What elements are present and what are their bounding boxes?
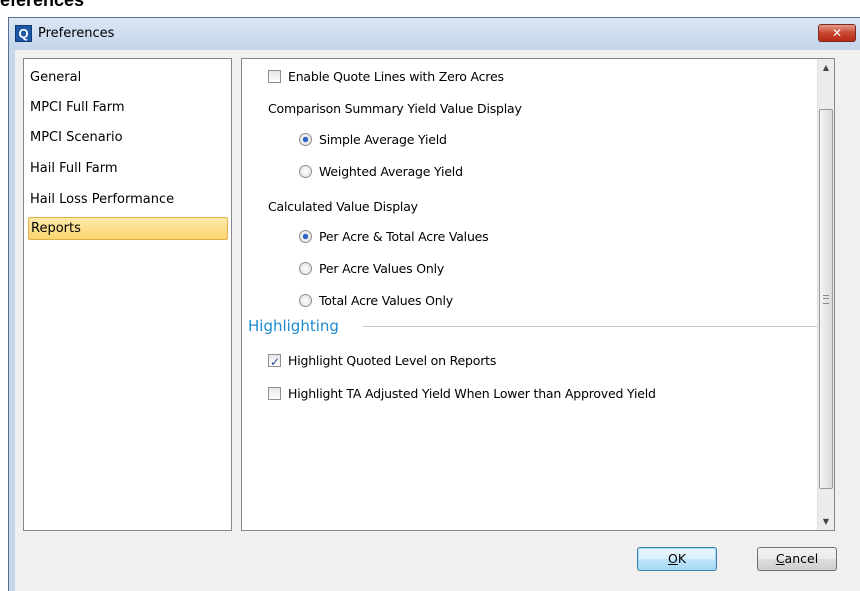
total-acre-only-option[interactable]: Total Acre Values Only xyxy=(299,291,549,311)
per-acre-total-option[interactable]: Per Acre & Total Acre Values xyxy=(299,227,579,247)
app-logo-icon: Q xyxy=(15,25,32,42)
highlight-quoted-level-option[interactable]: Highlight Quoted Level on Reports xyxy=(268,351,568,372)
window-title: Preferences xyxy=(38,26,115,41)
nav-item-mpci-scenario[interactable]: MPCI Scenario xyxy=(28,126,228,149)
nav-item-reports[interactable]: Reports xyxy=(28,217,228,240)
cancel-label-rest: ancel xyxy=(784,551,819,566)
highlight-ta-adjusted-label: Highlight TA Adjusted Yield When Lower t… xyxy=(288,386,656,401)
category-list: General MPCI Full Farm MPCI Scenario Hai… xyxy=(23,58,232,531)
settings-panel: Enable Quote Lines with Zero Acres Compa… xyxy=(241,58,835,531)
per-acre-only-radio[interactable] xyxy=(299,262,312,275)
enable-zero-acres-checkbox[interactable] xyxy=(268,70,281,83)
simple-average-label: Simple Average Yield xyxy=(319,132,447,147)
nav-item-general[interactable]: General xyxy=(28,66,228,89)
ok-button[interactable]: OK xyxy=(637,547,717,571)
simple-average-option[interactable]: Simple Average Yield xyxy=(299,130,549,150)
weighted-average-option[interactable]: Weighted Average Yield xyxy=(299,162,549,182)
per-acre-total-radio[interactable] xyxy=(299,230,312,243)
highlight-ta-adjusted-option[interactable]: Highlight TA Adjusted Yield When Lower t… xyxy=(268,384,748,404)
weighted-average-radio[interactable] xyxy=(299,165,312,178)
preferences-dialog: Q Preferences ✕ General MPCI Full Farm M… xyxy=(8,17,860,591)
comparison-group-label: Comparison Summary Yield Value Display xyxy=(268,101,522,116)
highlight-ta-adjusted-checkbox[interactable] xyxy=(268,387,281,400)
per-acre-only-option[interactable]: Per Acre Values Only xyxy=(299,259,549,279)
scrollbar-thumb[interactable] xyxy=(819,109,833,489)
nav-item-hail-loss-performance[interactable]: Hail Loss Performance xyxy=(28,188,228,211)
background-window-title: eferences xyxy=(0,0,85,10)
vertical-scrollbar[interactable]: ▲ ▼ xyxy=(817,59,834,530)
close-button[interactable]: ✕ xyxy=(818,24,856,42)
highlighting-section-heading: Highlighting xyxy=(248,315,826,337)
highlight-quoted-level-checkbox[interactable] xyxy=(268,352,281,372)
enable-zero-acres-option[interactable]: Enable Quote Lines with Zero Acres xyxy=(268,67,588,87)
section-divider xyxy=(363,326,826,327)
total-acre-only-radio[interactable] xyxy=(299,294,312,307)
weighted-average-label: Weighted Average Yield xyxy=(319,164,463,179)
cancel-button[interactable]: Cancel xyxy=(757,547,837,571)
highlighting-heading-text: Highlighting xyxy=(248,317,339,335)
per-acre-only-label: Per Acre Values Only xyxy=(319,261,445,276)
thumb-grip-icon xyxy=(823,295,829,304)
nav-item-mpci-full-farm[interactable]: MPCI Full Farm xyxy=(28,96,228,119)
enable-zero-acres-label: Enable Quote Lines with Zero Acres xyxy=(288,69,504,84)
cancel-mnemonic: C xyxy=(775,551,785,566)
title-bar[interactable]: Q Preferences ✕ xyxy=(9,18,860,50)
calculated-group-label: Calculated Value Display xyxy=(268,199,418,214)
scroll-down-icon[interactable]: ▼ xyxy=(818,513,834,530)
ok-mnemonic: O xyxy=(667,551,678,566)
ok-label-rest: K xyxy=(677,551,687,566)
simple-average-radio[interactable] xyxy=(299,133,312,146)
dialog-body: General MPCI Full Farm MPCI Scenario Hai… xyxy=(15,50,860,591)
nav-item-hail-full-farm[interactable]: Hail Full Farm xyxy=(28,157,228,180)
total-acre-only-label: Total Acre Values Only xyxy=(319,293,453,308)
per-acre-total-label: Per Acre & Total Acre Values xyxy=(319,229,489,244)
highlight-quoted-level-label: Highlight Quoted Level on Reports xyxy=(288,353,497,368)
scroll-up-icon[interactable]: ▲ xyxy=(818,59,834,76)
